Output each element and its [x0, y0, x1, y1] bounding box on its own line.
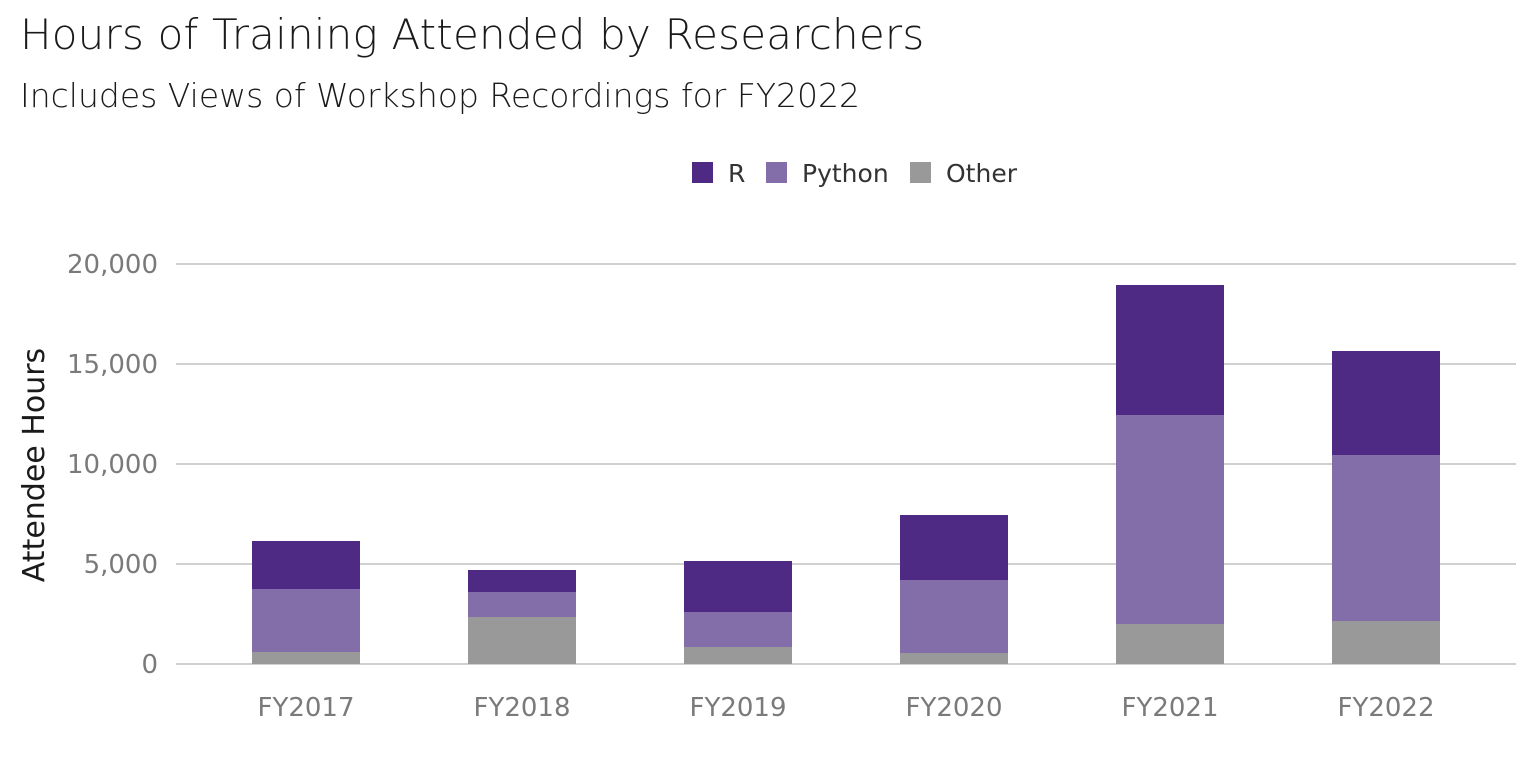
x-tick-label: FY2019	[689, 693, 786, 723]
bar-python-fy2021	[1116, 415, 1224, 624]
chart-area: 05,00010,00015,00020,000 FY2017 FY2018 FY2…	[17, 159, 1516, 723]
bar-other-fy2021	[1116, 624, 1224, 664]
bars	[252, 285, 1440, 664]
bar-r-fy2018	[468, 570, 576, 592]
bar-python-fy2017	[252, 589, 360, 652]
bar-other-fy2017	[252, 652, 360, 664]
gridlines	[176, 263, 1516, 665]
x-tick-label: FY2020	[905, 693, 1002, 723]
legend-swatch-other	[910, 162, 931, 183]
x-axis-ticks: FY2017 FY2018 FY2019 FY2020 FY2021 FY2022	[257, 693, 1434, 723]
legend-swatch-r	[692, 162, 713, 183]
bar-python-fy2019	[684, 612, 792, 647]
bar-python-fy2022	[1332, 455, 1440, 621]
y-tick-label: 15,000	[67, 350, 158, 380]
legend-label-other: Other	[946, 159, 1018, 188]
x-tick-label: FY2022	[1337, 693, 1434, 723]
bar-python-fy2018	[468, 592, 576, 617]
y-tick-label: 5,000	[84, 550, 158, 580]
bar-other-fy2018	[468, 617, 576, 664]
bar-r-fy2021	[1116, 285, 1224, 415]
bar-r-fy2022	[1332, 351, 1440, 455]
bar-other-fy2020	[900, 653, 1008, 664]
bar-other-fy2022	[1332, 621, 1440, 664]
bar-r-fy2017	[252, 541, 360, 589]
bar-python-fy2020	[900, 580, 1008, 653]
y-axis-label: Attendee Hours	[17, 348, 52, 582]
y-tick-label: 20,000	[67, 250, 158, 280]
y-tick-label: 10,000	[67, 450, 158, 480]
x-tick-label: FY2017	[257, 693, 354, 723]
x-tick-label: FY2018	[473, 693, 570, 723]
bar-r-fy2019	[684, 561, 792, 612]
bar-other-fy2019	[684, 647, 792, 664]
x-tick-label: FY2021	[1121, 693, 1218, 723]
legend-label-python: Python	[802, 159, 889, 188]
bar-r-fy2020	[900, 515, 1008, 580]
legend-label-r: R	[728, 159, 745, 188]
legend-swatch-python	[766, 162, 787, 183]
y-tick-label: 0	[141, 650, 158, 680]
legend: R Python Other	[692, 159, 1018, 188]
y-axis-ticks: 0 5,000 10,000 15,000 20,000	[67, 250, 158, 680]
